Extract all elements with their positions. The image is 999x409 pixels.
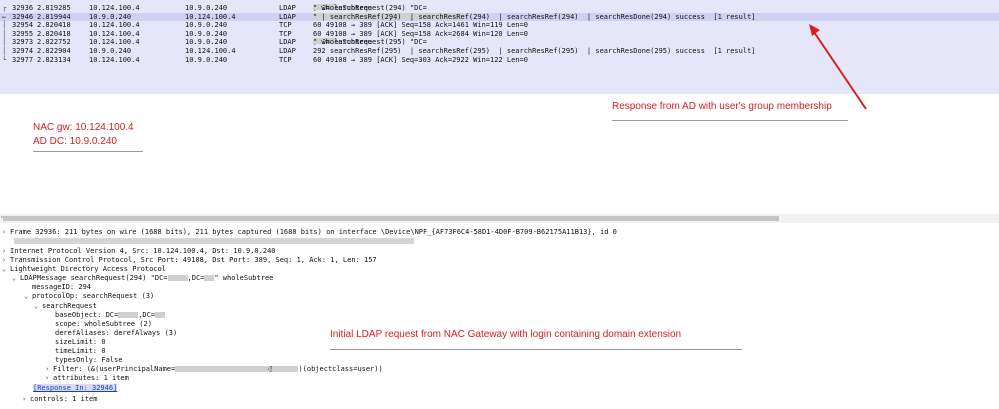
request-annotation-underline [330,349,742,350]
collapse-arrow-icon[interactable]: ⌄ [12,274,20,282]
expand-arrow-icon[interactable]: › [2,247,10,255]
nac-gw-annotation: NAC gw: 10.124.100.4 [33,122,134,133]
detail-deref[interactable]: derefAliases: derefAlways (3) [55,329,177,337]
request-annotation: Initial LDAP request from NAC Gateway wi… [330,329,682,340]
detail-protocol-op[interactable]: ⌄ protocolOp: searchRequest (3) [24,292,154,300]
redacted-upn [175,366,269,372]
detail-base-object[interactable]: baseObject: DC= ,DC= [55,311,166,319]
redacted-domain [272,366,299,372]
detail-controls[interactable]: › controls: 1 item [22,395,97,403]
expand-arrow-icon[interactable]: › [2,228,10,236]
collapse-arrow-icon[interactable]: ⌄ [2,265,10,273]
detail-search-request[interactable]: ⌄ searchRequest [34,302,97,310]
redacted-block [14,238,414,244]
detail-filter[interactable]: › Filter: (&(userPrincipalName= @)(objectc… [45,365,383,373]
redacted-dc [155,312,166,318]
detail-frame[interactable]: › Frame 32936: 211 bytes on wire (1688 bi… [2,228,617,236]
detail-attributes[interactable]: › attributes: 1 item [45,374,129,382]
scroll-thumb[interactable] [3,216,779,221]
detail-ldap[interactable]: ⌄ Lightweight Directory Access Protocol [2,265,166,273]
redacted-dc [167,275,188,281]
collapse-arrow-icon[interactable]: ⌄ [34,302,42,310]
response-annotation-underline [612,120,848,121]
detail-time-limit[interactable]: timeLimit: 0 [55,347,106,355]
response-in-link[interactable]: [Response In: 32946] [33,384,118,392]
ip-annotation-underline [33,151,143,152]
redacted-dc [204,275,215,281]
detail-ip[interactable]: › Internet Protocol Version 4, Src: 10.12… [2,247,276,255]
ad-dc-annotation: AD DC: 10.9.0.240 [33,136,117,147]
packet-details[interactable]: › Frame 32936: 211 bytes on wire (1688 bi… [0,226,999,409]
redacted-dc [118,312,139,318]
expand-arrow-icon[interactable]: › [22,395,30,403]
expand-arrow-icon[interactable]: › [2,256,10,264]
collapse-arrow-icon[interactable]: ⌄ [24,292,32,300]
detail-size-limit[interactable]: sizeLimit: 0 [55,338,106,346]
detail-types-only[interactable]: typesOnly: False [55,356,122,364]
expand-arrow-icon[interactable]: › [45,365,53,373]
expand-arrow-icon[interactable]: › [45,374,53,382]
packet-list-hscrollbar[interactable]: ‹ [0,214,999,223]
detail-tcp[interactable]: › Transmission Control Protocol, Src Port… [2,256,377,264]
detail-message-id[interactable]: messageID: 294 [32,283,91,291]
detail-scope[interactable]: scope: wholeSubtree (2) [55,320,152,328]
response-annotation: Response from AD with user's group membe… [612,101,832,112]
detail-ldap-message[interactable]: ⌄ LDAPMessage searchRequest(294) "DC= ,DC=… [12,274,273,282]
